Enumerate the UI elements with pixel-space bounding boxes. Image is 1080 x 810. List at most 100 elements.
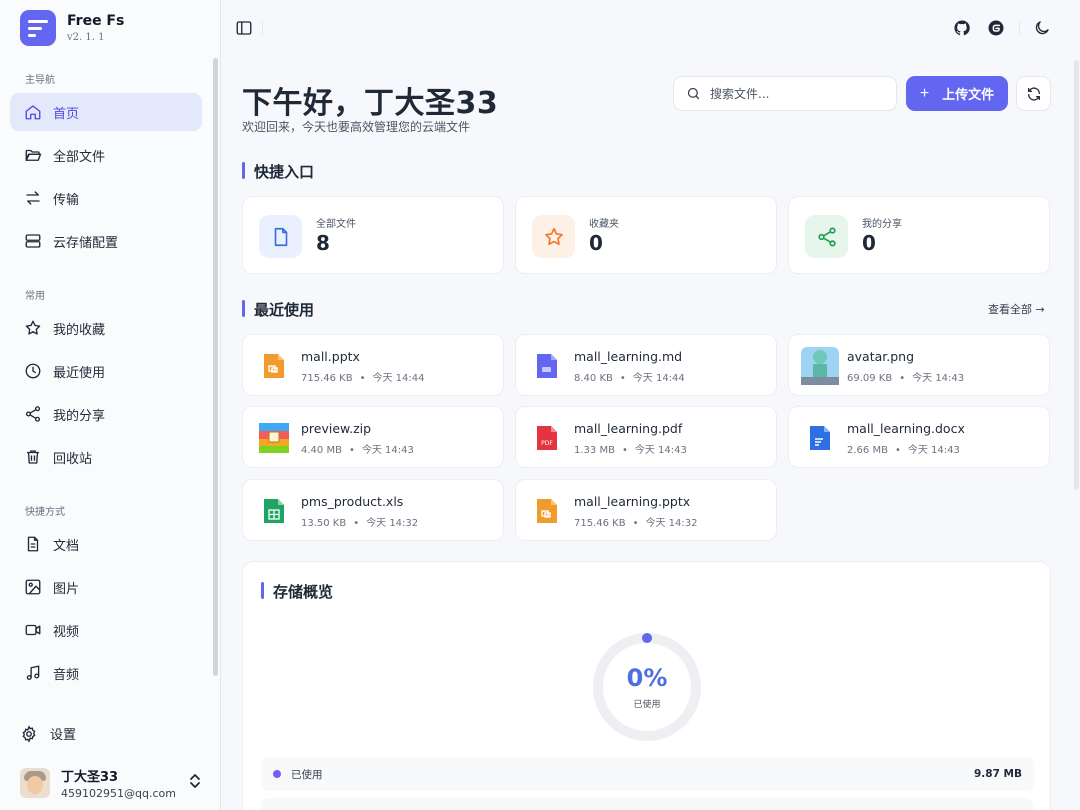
sidebar-item-storage-config[interactable]: 云存储配置 [10, 222, 202, 260]
file-type-png-icon [801, 347, 839, 385]
meta-separator: • [359, 373, 366, 384]
transfer-icon [24, 189, 42, 207]
avatar [20, 768, 50, 798]
sidebar-item-shares[interactable]: 我的分享 [10, 395, 202, 433]
storage-ring-indicator [642, 633, 652, 643]
star-icon [532, 215, 575, 258]
document-icon [24, 535, 42, 553]
upload-button[interactable]: + 上传文件 [906, 76, 1008, 111]
recent-file-card[interactable]: mall.pptx 715.46 KB • 今天 14:44 [242, 334, 504, 396]
sidebar-item-videos[interactable]: 视频 [10, 611, 202, 649]
brand-logo-icon [20, 10, 56, 46]
file-meta: 13.50 KB • 今天 14:32 [301, 514, 418, 529]
file-meta: 715.46 KB • 今天 14:44 [301, 369, 425, 384]
sidebar-toggle-icon[interactable] [235, 19, 253, 37]
sidebar-item-label: 首页 [53, 106, 80, 122]
sidebar-item-favorites[interactable]: 我的收藏 [10, 309, 202, 347]
meta-separator: • [621, 445, 628, 456]
meta-separator: • [894, 445, 901, 456]
sidebar-item-recent[interactable]: 最近使用 [10, 352, 202, 390]
refresh-button[interactable] [1016, 76, 1051, 111]
sidebar-item-home[interactable]: 首页 [10, 93, 202, 131]
brand[interactable]: Free Fs v2. 1. 1 [20, 10, 124, 46]
storage-legend-used: 已使用 9.87 MB [261, 757, 1034, 791]
meta-separator: • [353, 518, 360, 529]
file-size: 715.46 KB [301, 373, 353, 384]
home-icon [24, 103, 42, 121]
file-type-md-icon [528, 347, 566, 385]
file-name: mall_learning.md [574, 349, 683, 364]
sidebar-item-images[interactable]: 图片 [10, 568, 202, 606]
recent-file-card[interactable]: mall_learning.docx 2.66 MB • 今天 14:43 [788, 406, 1050, 468]
quick-card-all-files[interactable]: 全部文件 8 [242, 196, 504, 274]
file-name: mall_learning.docx [847, 421, 965, 436]
recent-file-card[interactable]: pms_product.xls 13.50 KB • 今天 14:32 [242, 479, 504, 541]
file-type-ppt-icon [528, 492, 566, 530]
recent-file-card[interactable]: PDF mall_learning.pdf 1.33 MB • 今天 14:43 [515, 406, 777, 468]
sidebar-scrollbar[interactable] [213, 58, 218, 676]
user-menu[interactable]: 丁大圣33 459102951@qq.com [20, 766, 202, 800]
storage-overview: 存储概览 0% 已使用 已使用 9.87 MB [242, 561, 1051, 810]
server-icon [24, 232, 42, 250]
nav-group-shortcuts: 快捷方式 [25, 507, 65, 518]
quick-card-favorites[interactable]: 收藏夹 0 [515, 196, 777, 274]
quick-card-value: 0 [589, 231, 603, 255]
recent-file-card[interactable]: mall_learning.md 8.40 KB • 今天 14:44 [515, 334, 777, 396]
file-meta: 4.40 MB • 今天 14:43 [301, 441, 414, 456]
file-size: 8.40 KB [574, 373, 613, 384]
quick-entry-title: 快捷入口 [242, 161, 314, 182]
recent-file-card[interactable]: mall_learning.pptx 715.46 KB • 今天 14:32 [515, 479, 777, 541]
star-icon [24, 319, 42, 337]
file-name: preview.zip [301, 421, 372, 436]
user-email: 459102951@qq.com [61, 787, 176, 800]
sidebar-item-transfer[interactable]: 传输 [10, 179, 202, 217]
sidebar-item-label: 我的收藏 [53, 322, 106, 338]
sidebar-item-label: 文档 [53, 538, 80, 554]
recent-file-card[interactable]: preview.zip 4.40 MB • 今天 14:43 [242, 406, 504, 468]
sidebar-item-label: 图片 [53, 581, 80, 597]
file-name: pms_product.xls [301, 494, 404, 509]
settings-button[interactable]: 设置 [20, 724, 76, 743]
sidebar-item-audio[interactable]: 音频 [10, 654, 202, 692]
file-time: 今天 14:43 [912, 373, 965, 384]
file-size: 1.33 MB [574, 445, 615, 456]
user-name: 丁大圣33 [61, 770, 119, 785]
file-size: 69.09 KB [847, 373, 893, 384]
github-icon[interactable] [953, 19, 971, 37]
brand-version: v2. 1. 1 [67, 32, 105, 43]
quick-card-shares[interactable]: 我的分享 0 [788, 196, 1050, 274]
file-time: 今天 14:43 [361, 445, 414, 456]
folder-open-icon [24, 146, 42, 164]
trash-icon [24, 448, 42, 466]
view-all-link[interactable]: 查看全部 → [988, 301, 1045, 317]
file-meta: 1.33 MB • 今天 14:43 [574, 441, 687, 456]
main-scrollbar[interactable] [1074, 60, 1079, 490]
sidebar-item-label: 全部文件 [53, 149, 106, 165]
meta-separator: • [348, 445, 355, 456]
recent-file-card[interactable]: avatar.png 69.09 KB • 今天 14:43 [788, 334, 1050, 396]
quick-card-label: 全部文件 [316, 219, 356, 230]
file-meta: 715.46 KB • 今天 14:32 [574, 514, 698, 529]
gitee-icon[interactable] [987, 19, 1005, 37]
sidebar-item-all-files[interactable]: 全部文件 [10, 136, 202, 174]
meta-separator: • [899, 373, 906, 384]
file-time: 今天 14:32 [645, 518, 698, 529]
search-input[interactable] [710, 86, 880, 101]
file-type-pdf-icon: PDF [528, 419, 566, 457]
quick-card-value: 0 [862, 231, 876, 255]
sidebar-item-label: 我的分享 [53, 408, 106, 424]
meta-separator: • [632, 518, 639, 529]
chevron-up-down-icon[interactable] [188, 772, 202, 790]
image-icon [24, 578, 42, 596]
storage-title: 存储概览 [261, 581, 333, 602]
moon-icon[interactable] [1033, 19, 1051, 37]
search-box[interactable] [673, 76, 897, 111]
file-time: 今天 14:43 [634, 445, 687, 456]
sidebar-item-documents[interactable]: 文档 [10, 525, 202, 563]
file-size: 2.66 MB [847, 445, 888, 456]
sidebar-item-trash[interactable]: 回收站 [10, 438, 202, 476]
file-type-zip-icon [255, 419, 293, 457]
plus-icon: + [919, 84, 930, 102]
file-size: 715.46 KB [574, 518, 626, 529]
sidebar-item-label: 云存储配置 [53, 235, 119, 251]
